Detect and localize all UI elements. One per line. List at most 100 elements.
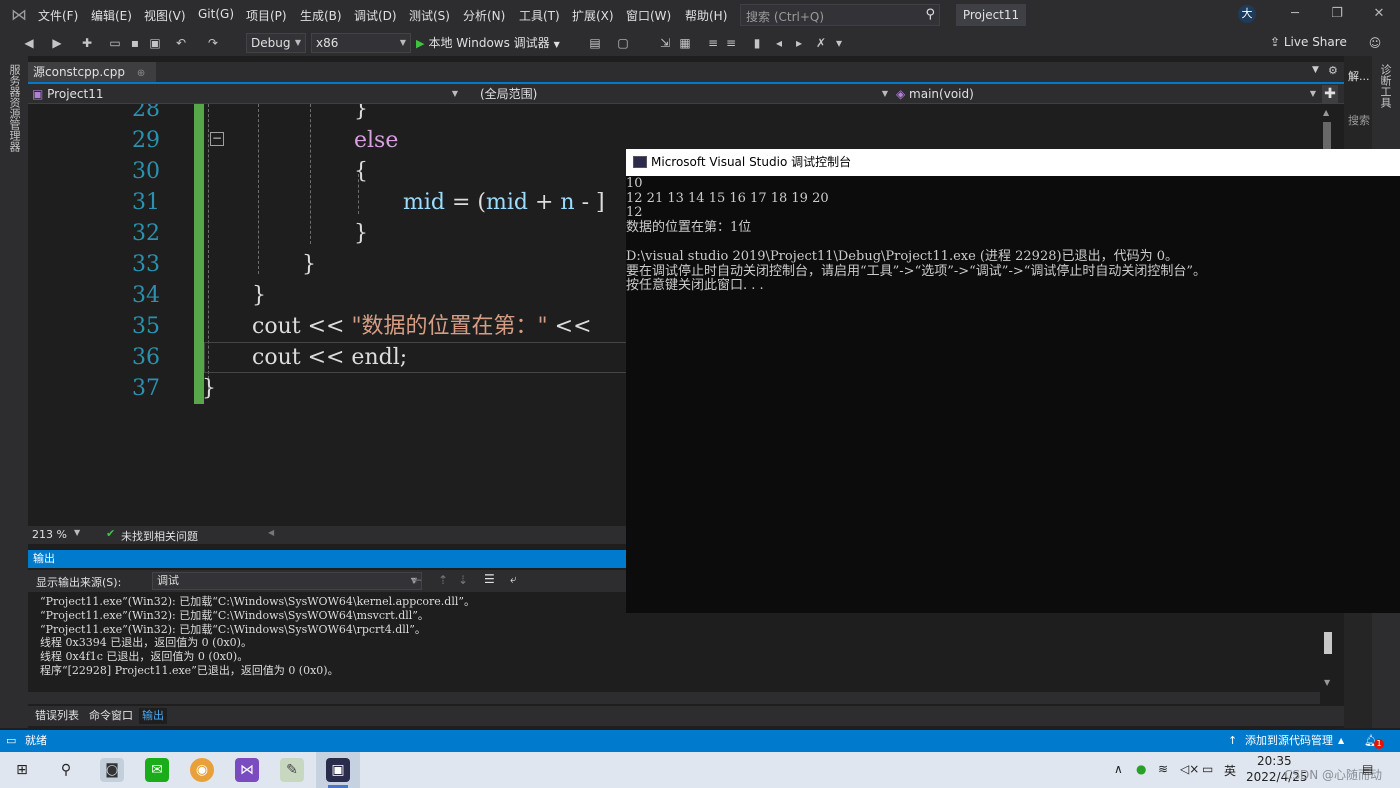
member-dropdown[interactable]: ◈ main(void) ▼ [896,85,1316,103]
outdent-icon[interactable]: ≡ [722,34,740,52]
run-debugger-button[interactable]: ▶ 本地 Windows 调试器 ▼ [416,33,560,53]
scrollbar-thumb[interactable] [1324,632,1332,654]
minimize-icon[interactable]: ─ [1280,6,1310,24]
menu-edit[interactable]: 编辑(E) [91,7,132,23]
wifi-icon[interactable]: ≋ [1158,762,1168,776]
notification-center-icon[interactable]: ▤ [1362,762,1373,776]
open-file-icon[interactable]: ▭ [106,34,124,52]
menu-view[interactable]: 视图(V) [144,7,186,23]
menu-git[interactable]: Git(G) [198,7,234,23]
next-bookmark-icon[interactable]: ▸ [790,34,808,52]
menu-file[interactable]: 文件(F) [38,7,78,23]
chevron-up-icon[interactable]: ▲ [1338,730,1344,752]
volume-icon[interactable]: ◁× [1180,762,1199,776]
function-icon: ◈ [896,87,910,101]
menu-help[interactable]: 帮助(H) [685,7,727,23]
solution-explorer-tab[interactable]: 解... [1348,68,1370,84]
console-line: 按任意键关闭此窗口. . . [626,278,764,294]
screenshot-icon[interactable]: ▢ [614,34,632,52]
zoom-level[interactable]: 213 % [32,528,67,541]
debug-console-window[interactable]: Microsoft Visual Studio 调试控制台 10 12 21 13… [626,149,1400,613]
menu-test[interactable]: 测试(S) [409,7,450,23]
solution-name: Project11 [956,4,1026,26]
forward-icon[interactable]: ▶ [48,34,66,52]
live-share-button[interactable]: ⇪ Live Share [1270,35,1347,49]
output-panel-header[interactable]: 输出 [28,550,626,568]
visual-studio-icon[interactable]: ⋈ [235,758,259,782]
right-search-label[interactable]: 搜索 [1348,112,1370,128]
tab-list-icon[interactable]: ▼ [1312,65,1319,75]
close-icon[interactable]: ✕ [1364,6,1394,24]
scroll-left-icon[interactable]: ◀ [268,528,274,537]
menu-window[interactable]: 窗口(W) [626,7,671,23]
battery-icon[interactable]: ▭ [1202,762,1213,776]
avatar[interactable]: 大 [1238,5,1256,23]
menu-project[interactable]: 项目(P) [246,7,287,23]
console-title-bar[interactable]: Microsoft Visual Studio 调试控制台 [626,149,1400,176]
prev-bookmark-icon[interactable]: ◂ [770,34,788,52]
chevron-down-icon[interactable]: ▼ [74,528,80,537]
pin-icon[interactable]: ⊕ [137,68,145,79]
diagnostic-tools-tab[interactable]: 诊断工具 [1379,64,1393,108]
configuration-dropdown[interactable]: Debug ▼ [246,33,306,53]
issues-status[interactable]: 未找到相关问题 [121,528,198,544]
chrome-icon[interactable]: ◉ [190,758,214,782]
clear-all-icon[interactable]: ☰ [484,572,495,586]
gear-icon[interactable]: ⚙ [1328,64,1338,77]
folder-icon[interactable]: ▤ [586,34,604,52]
new-project-icon[interactable]: ✚ [78,34,96,52]
output-source-value: 调试 [157,574,179,587]
output-line: “Project11.exe”(Win32): 已加载“C:\Windows\S… [40,622,426,636]
go-to-message-icon[interactable]: ⇤ [412,573,422,587]
feedback-icon[interactable]: ☺ [1366,34,1384,52]
scroll-down-icon[interactable]: ▼ [1324,678,1330,687]
menu-build[interactable]: 生成(B) [300,7,342,23]
undo-icon[interactable]: ↶ [172,34,190,52]
tab-output[interactable]: 输出 [139,708,167,724]
output-horizontal-scrollbar[interactable] [28,692,1320,704]
console-app-icon[interactable]: ▣ [326,758,350,782]
save-all-icon[interactable]: ▣ [146,34,164,52]
next-message-icon[interactable]: ⇣ [458,573,468,587]
redo-icon[interactable]: ↷ [204,34,222,52]
restore-icon[interactable]: ❐ [1322,6,1352,24]
project-dropdown[interactable]: ▣ Project11 ▼ [32,85,458,103]
clear-bookmarks-icon[interactable]: ✗ [812,34,830,52]
scroll-up-icon[interactable]: ▲ [1323,108,1329,117]
camera-app-icon[interactable]: ◙ [100,758,124,782]
indent-icon[interactable]: ≡ [704,34,722,52]
toolbar-overflow-icon[interactable]: ▾ [830,34,848,52]
console-output[interactable]: 10 12 21 13 14 15 16 17 18 19 20 12 数据的位置在第… [626,176,1400,611]
tab-source-file[interactable]: 源constcpp.cpp ⊕ ✕ [28,62,156,101]
server-explorer-tab[interactable]: 服务器资源管理器 [8,64,22,152]
visual-studio-logo-icon[interactable]: ⋈ [8,5,30,25]
prev-message-icon[interactable]: ⇡ [438,573,448,587]
split-editor-icon[interactable]: ✚ [1322,85,1338,103]
layout-icon[interactable]: ▦ [676,34,694,52]
menu-debug[interactable]: 调试(D) [354,7,397,23]
add-to-source-control-button[interactable]: 添加到源代码管理 [1245,730,1333,752]
tab-command-window[interactable]: 命令窗口 [86,708,136,724]
tray-app-icon[interactable]: ● [1136,762,1146,776]
platform-dropdown[interactable]: x86 ▼ [311,33,411,53]
save-icon[interactable]: ▪ [126,34,144,52]
search-icon[interactable]: ⚲ [54,758,78,782]
bookmark-icon[interactable]: ▮ [748,34,766,52]
back-icon[interactable]: ◀ [20,34,38,52]
menu-tools[interactable]: 工具(T) [519,7,560,23]
word-wrap-icon[interactable]: ⤶ [510,572,517,587]
paint-icon[interactable]: ✎ [280,758,304,782]
tab-error-list[interactable]: 错误列表 [32,708,82,724]
search-input[interactable]: 搜索 (Ctrl+Q) ⚲ [740,4,940,26]
windows-start-icon[interactable]: ⊞ [10,758,34,782]
ime-indicator[interactable]: 英 [1224,762,1236,779]
chevron-up-icon[interactable]: ∧ [1114,762,1123,776]
scope-dropdown[interactable]: (全局范围) ▼ [480,85,888,103]
menu-analyze[interactable]: 分析(N) [463,7,505,23]
code-line-29: else [354,128,399,153]
step-icon[interactable]: ⇲ [656,34,674,52]
menu-extensions[interactable]: 扩展(X) [572,7,614,23]
wechat-icon[interactable]: ✉ [145,758,169,782]
output-source-dropdown[interactable]: 调试 ▼ [152,572,422,590]
collapse-icon[interactable]: − [210,132,224,146]
